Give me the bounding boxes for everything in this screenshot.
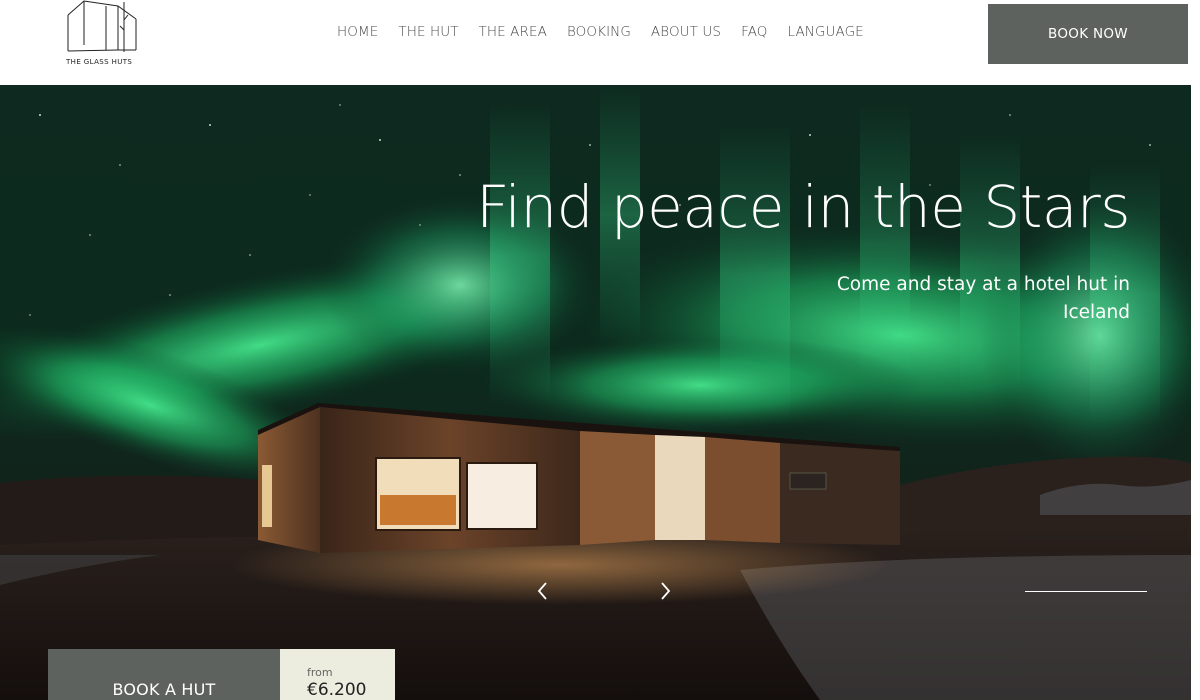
nav-booking[interactable]: BOOKING [567,24,631,44]
book-a-hut-button[interactable]: BOOK A HUT [48,649,280,700]
nav-the-hut[interactable]: THE HUT [398,24,458,44]
hero-slideshow: Find peace in the Stars Come and stay at… [0,85,1191,700]
nav-the-area[interactable]: THE AREA [479,24,547,44]
hero-title: Find peace in the Stars [476,173,1130,241]
site-logo[interactable]: THE GLASS HUTS [66,0,140,72]
book-now-button[interactable]: BOOK NOW [988,4,1188,64]
hero-subtitle: Come and stay at a hotel hut in Iceland [836,274,1130,323]
nav-faq[interactable]: FAQ [741,24,767,44]
chevron-left-icon[interactable] [531,579,555,603]
site-header: THE GLASS HUTS HOME THE HUT THE AREA BOO… [0,0,1200,85]
nav-about-us[interactable]: ABOUT US [651,24,721,44]
slide-progress-indicator[interactable] [1025,591,1147,592]
nav-home[interactable]: HOME [337,24,378,44]
glass-huts-logo-icon [67,0,137,52]
price-prefix: from [307,666,333,679]
price-box: from €6.200 [280,649,395,700]
logo-text: THE GLASS HUTS [66,58,133,66]
chevron-right-icon[interactable] [653,579,677,603]
main-nav: HOME THE HUT THE AREA BOOKING ABOUT US F… [337,24,864,44]
book-a-hut-label: BOOK A HUT [112,680,216,699]
nav-language[interactable]: LANGUAGE [788,24,864,44]
price-value: €6.200 [307,680,367,700]
